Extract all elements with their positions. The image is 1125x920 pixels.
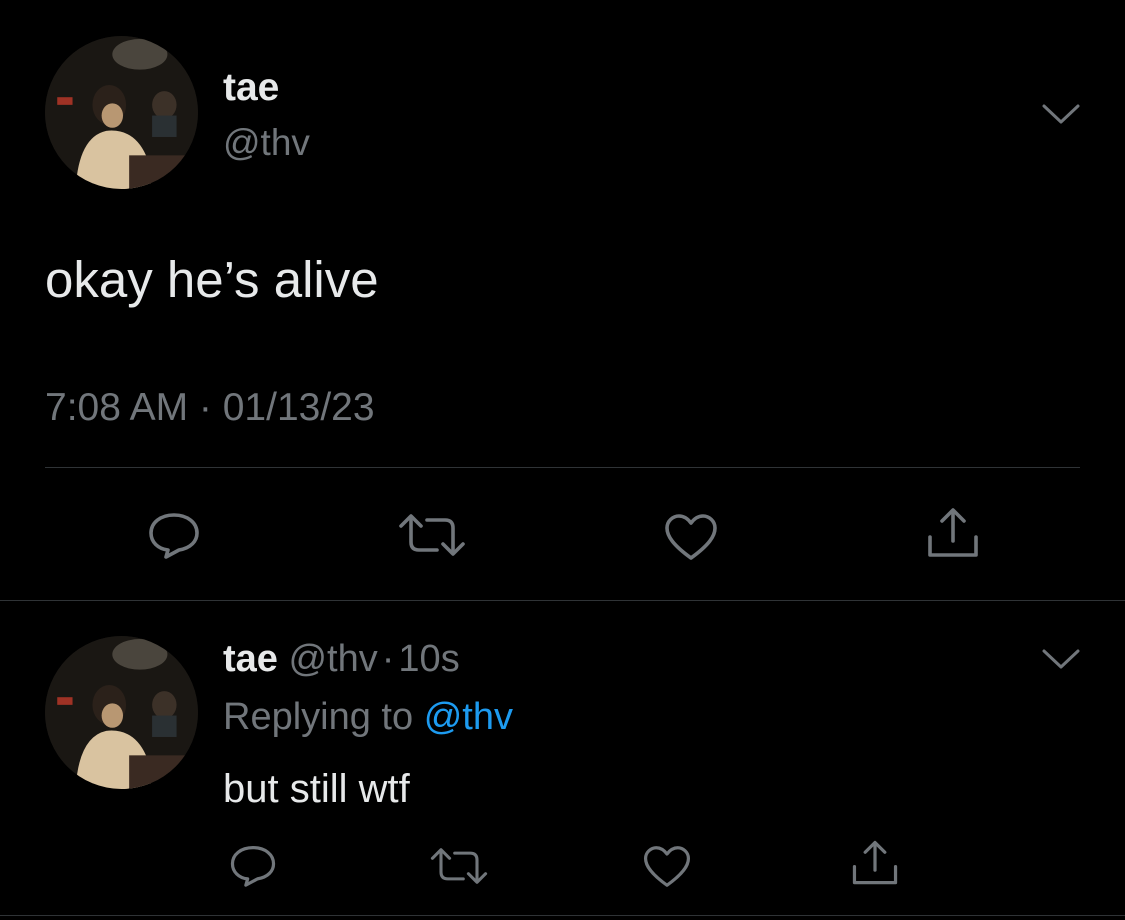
reply-icon[interactable] xyxy=(228,843,278,888)
bottom-divider xyxy=(0,915,1125,916)
reply-tweet-age[interactable]: 10s xyxy=(398,638,459,680)
chevron-down-icon[interactable] xyxy=(1040,98,1082,128)
reply-tweet-handle[interactable]: @thv xyxy=(288,638,377,680)
chevron-down-icon[interactable] xyxy=(1040,643,1082,673)
reply-tweet-text: but still wtf xyxy=(223,767,410,811)
share-icon[interactable] xyxy=(925,505,981,561)
reply-tweet-separator: · xyxy=(381,638,395,680)
replying-to-handle[interactable]: @thv xyxy=(424,696,513,738)
share-icon[interactable] xyxy=(850,838,900,888)
reply-tweet-avatar[interactable] xyxy=(45,636,198,789)
retweet-icon[interactable] xyxy=(429,846,489,886)
replying-to-line: Replying to @thv xyxy=(223,694,513,740)
tweet-separator xyxy=(0,600,1125,601)
reply-tweet-header: tae @thv · 10s xyxy=(223,637,460,681)
like-icon[interactable] xyxy=(663,512,719,562)
retweet-icon[interactable] xyxy=(397,512,467,558)
avatar-photo xyxy=(45,636,198,789)
like-icon[interactable] xyxy=(642,844,692,889)
replying-to-prefix: Replying to xyxy=(223,696,414,738)
main-tweet-display-name[interactable]: tae xyxy=(223,66,279,110)
main-tweet-timestamp[interactable]: 7:08 AM · 01/13/23 xyxy=(45,385,375,431)
main-tweet-divider xyxy=(45,467,1080,468)
main-tweet-handle[interactable]: @thv xyxy=(223,121,310,165)
main-tweet-text: okay he’s alive xyxy=(45,251,379,308)
main-tweet-avatar[interactable] xyxy=(45,36,198,189)
avatar-photo xyxy=(45,36,198,189)
reply-tweet-display-name[interactable]: tae xyxy=(223,638,278,680)
reply-icon[interactable] xyxy=(146,510,202,560)
